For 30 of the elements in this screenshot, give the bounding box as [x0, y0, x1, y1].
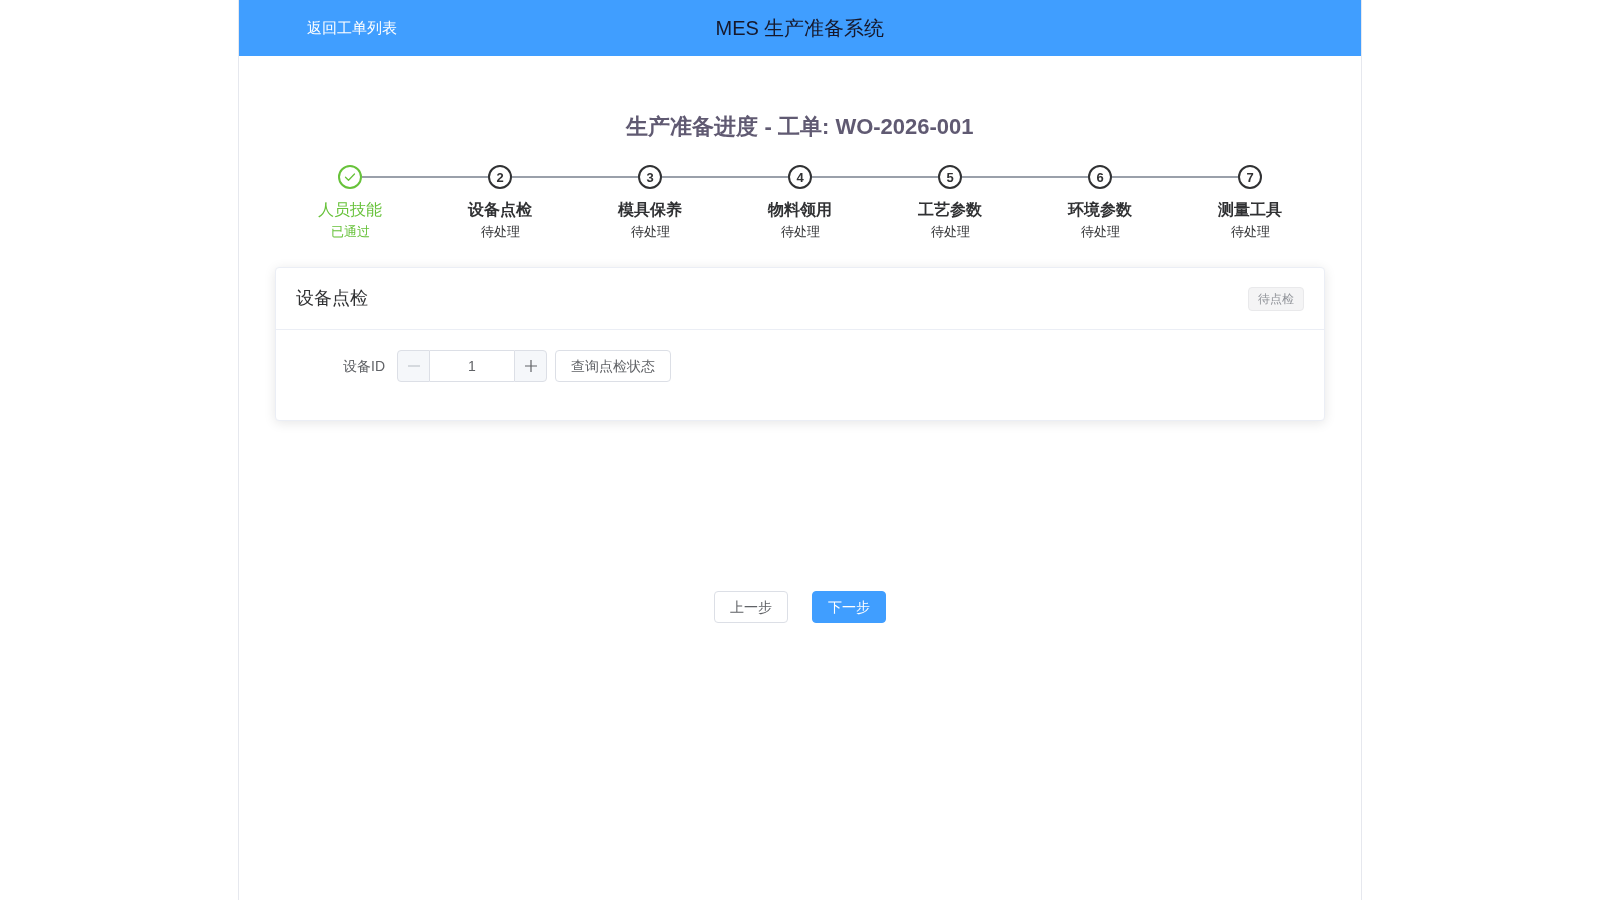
- progress-title: 生产准备进度 - 工单: WO-2026-001: [624, 113, 975, 141]
- field-label: 设备ID: [342, 356, 386, 376]
- step-label: 物料领用: [768, 200, 832, 220]
- step-number: 2: [488, 165, 512, 189]
- step-status: 待处理: [930, 223, 970, 241]
- step-number: 5: [938, 165, 962, 189]
- plus-icon: [524, 360, 537, 372]
- app-title: MES 生产准备系统: [715, 16, 885, 40]
- step-number: 7: [1238, 165, 1262, 189]
- step-label: 设备点检: [468, 200, 532, 220]
- step-status: 已通过: [330, 223, 370, 241]
- step-label: 环境参数: [1068, 200, 1132, 220]
- step-status: 待处理: [1230, 223, 1270, 241]
- status-tag: 待点检: [1248, 286, 1304, 311]
- query-button[interactable]: 查询点检状态: [555, 350, 671, 382]
- step-status: 待处理: [780, 223, 820, 241]
- step-label: 测量工具: [1218, 200, 1282, 220]
- number-field[interactable]: 1: [430, 350, 514, 382]
- increase-button[interactable]: [514, 350, 547, 382]
- step-label: 模具保养: [618, 200, 682, 220]
- step-label: 人员技能: [318, 200, 382, 220]
- step-label: 工艺参数: [918, 200, 982, 220]
- step-number: 3: [638, 165, 662, 189]
- previous-step-button[interactable]: 上一步: [714, 591, 788, 623]
- panel-title: 设备点检: [296, 287, 368, 310]
- step-number: 6: [1088, 165, 1112, 189]
- step-status: 待处理: [630, 223, 670, 241]
- step-status: 待处理: [480, 223, 520, 241]
- step-number: 4: [788, 165, 812, 189]
- step-status: 待处理: [1080, 223, 1120, 241]
